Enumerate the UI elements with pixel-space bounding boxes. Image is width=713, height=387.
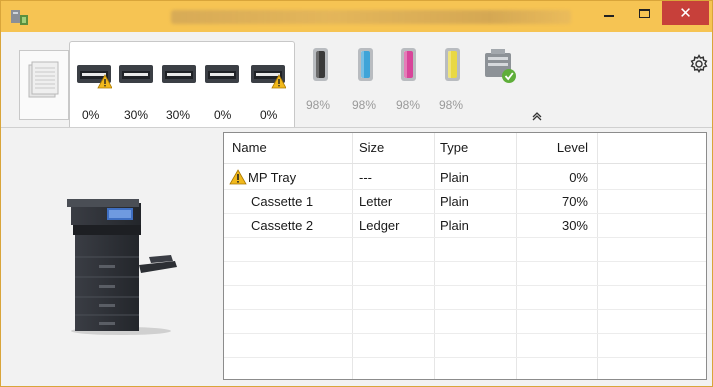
toner-level: 98% [439,98,464,112]
paper-tray-icon[interactable] [161,61,197,89]
cell-type: Plain [440,170,469,185]
cell-level: 30% [561,218,588,233]
tray-level: 30% [166,108,191,122]
close-button[interactable]: ✕ [662,1,709,25]
tab-paper-trays[interactable]: 0% 30% 30% 0% 0% [69,41,295,127]
toner-level: 98% [396,98,421,112]
table-row-empty [224,334,706,358]
table-row-empty [224,262,706,286]
cell-type: Plain [440,194,469,209]
toner-yellow-icon[interactable] [442,46,464,84]
column-header-level[interactable]: Level [557,133,588,163]
device-status-icon[interactable] [475,45,529,85]
toolbar: 0% 30% 30% 0% 0% 98% 98% 98% 98% [1,32,712,128]
document-stack-icon [28,61,59,98]
collapse-up-icon[interactable] [531,112,543,122]
paper-tray-icon[interactable] [118,61,154,89]
cell-name: Cassette 2 [251,218,314,233]
column-header-type[interactable]: Type [440,133,468,163]
cell-name: MP Tray [248,170,297,185]
maximize-button[interactable] [627,1,661,25]
tray-level: 30% [124,108,149,122]
gear-icon[interactable] [689,54,709,74]
title-bar[interactable]: ✕ [1,1,712,32]
table-row-empty [224,238,706,262]
table-row[interactable]: Cassette 2 Ledger Plain 30% [224,214,706,238]
toner-magenta-icon[interactable] [398,46,420,84]
paper-tray-icon[interactable] [204,61,240,89]
paper-tray-icon[interactable] [250,61,286,89]
table-row[interactable]: MP Tray --- Plain 0% [224,166,706,190]
cell-type: Plain [440,218,469,233]
column-header-name[interactable]: Name [232,133,267,163]
toner-black-icon[interactable] [310,46,332,84]
cell-level: 0% [569,170,588,185]
tray-level: 0% [260,108,278,122]
printer-illustration [67,199,177,335]
table-row-empty [224,310,706,334]
toner-level: 98% [306,98,331,112]
cell-size: Letter [359,194,393,209]
paper-tray-icon[interactable] [76,61,112,89]
tab-job-status[interactable] [19,50,69,120]
cell-level: 70% [561,194,588,209]
column-header-size[interactable]: Size [359,133,384,163]
cell-name: Cassette 1 [251,194,314,209]
warning-triangle-icon [229,169,247,185]
minimize-button[interactable] [592,1,626,25]
table-row-empty [224,286,706,310]
tray-level: 0% [82,108,100,122]
tray-level: 0% [214,108,232,122]
cell-size: Ledger [359,218,400,233]
window-title [171,10,571,24]
toner-level: 98% [352,98,377,112]
toner-cyan-icon[interactable] [355,46,377,84]
printer-app-icon [11,10,28,25]
status-monitor-window: ✕ 0% 30% 30% 0% 0% 98% 98% 98% 98% Name … [0,0,713,387]
table-row[interactable]: Cassette 1 Letter Plain 70% [224,190,706,214]
tray-status-table: Name Size Type Level MP Tray --- Plain 0… [223,132,707,380]
cell-size: --- [359,170,372,185]
